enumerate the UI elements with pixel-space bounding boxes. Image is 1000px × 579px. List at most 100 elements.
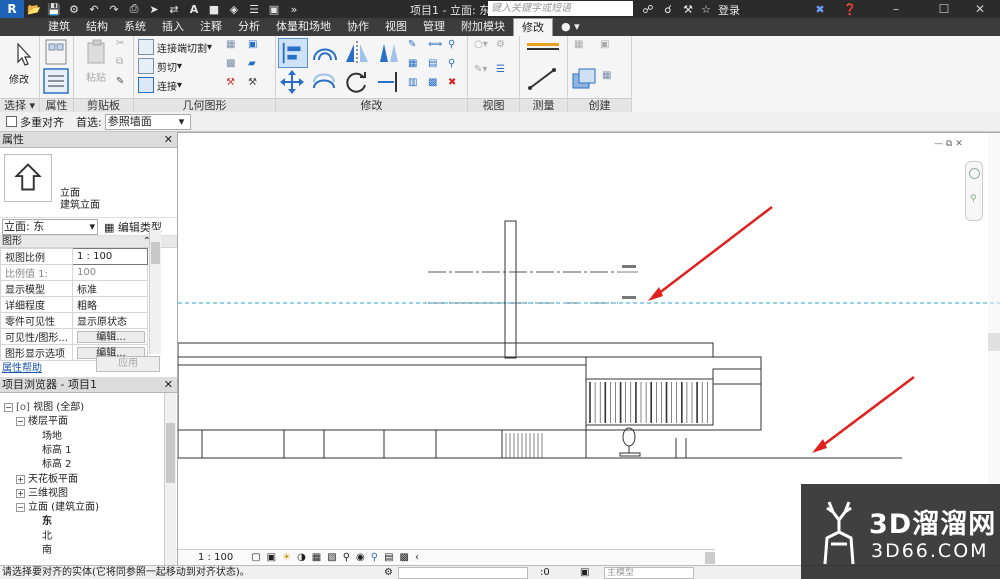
paint-icon[interactable]: ▩ bbox=[226, 58, 235, 69]
minimize-view-icon[interactable]: — bbox=[934, 139, 943, 149]
view-scale[interactable]: 1 : 100 bbox=[198, 552, 233, 563]
apply-button[interactable]: 应用 bbox=[96, 356, 160, 372]
close-windows-icon[interactable]: ▣ bbox=[265, 1, 283, 17]
tab-modify[interactable]: 修改 bbox=[513, 18, 553, 36]
join-geometry-button[interactable]: 连接 ▾ bbox=[138, 77, 182, 93]
modify-cursor-icon[interactable] bbox=[8, 40, 38, 70]
copy-icon[interactable]: ⧉ bbox=[116, 56, 123, 67]
tree-level-2[interactable]: 标高 2 bbox=[42, 455, 72, 470]
tree-elevations[interactable]: − 立面 (建筑立面) bbox=[16, 498, 99, 513]
thin-lines-icon[interactable]: ☰ bbox=[245, 1, 263, 17]
split-face-icon[interactable]: ▣ bbox=[248, 39, 257, 50]
shadows-icon[interactable]: ◑ bbox=[297, 552, 306, 563]
multi-align-checkbox[interactable] bbox=[6, 116, 17, 127]
scroll-left-icon[interactable]: ‹ bbox=[415, 552, 419, 563]
properties-icon[interactable] bbox=[42, 68, 70, 94]
scrollbar-thumb[interactable] bbox=[166, 423, 175, 483]
type-selector[interactable]: 立面 建筑立面 bbox=[0, 148, 177, 218]
properties-scrollbar[interactable] bbox=[149, 230, 161, 354]
crop-view-icon[interactable]: ▦ bbox=[312, 552, 321, 563]
paste-button[interactable]: 粘贴 bbox=[86, 69, 106, 84]
prop-value-input[interactable]: 1 : 100 bbox=[72, 248, 148, 265]
print-icon[interactable]: ⎙ bbox=[125, 1, 143, 17]
wall-joins-icon[interactable]: ▦ bbox=[226, 39, 235, 50]
trim-single-icon[interactable]: ▥ bbox=[408, 77, 417, 88]
hide-bulb-icon[interactable]: ○▾ bbox=[474, 39, 488, 50]
tree-symbol[interactable] bbox=[622, 427, 636, 447]
create-parts-icon[interactable]: ▣ bbox=[600, 39, 609, 50]
tab-architecture[interactable]: 建筑 bbox=[40, 18, 78, 36]
prop-value[interactable]: 粗略 bbox=[72, 296, 148, 313]
level-tag[interactable] bbox=[622, 296, 636, 299]
tree-south[interactable]: 南 bbox=[42, 541, 52, 556]
search-input[interactable]: 键入关键字或短语 bbox=[488, 1, 633, 16]
right-wing[interactable] bbox=[585, 356, 762, 431]
cut-geometry-button[interactable]: 剪切 ▾ bbox=[138, 58, 182, 74]
array-icon[interactable]: ▦ bbox=[408, 58, 417, 69]
subscription-icon[interactable]: ☌ bbox=[659, 1, 677, 17]
scale-icon[interactable]: ▤ bbox=[428, 58, 437, 69]
tab-massing-site[interactable]: 体量和场地 bbox=[268, 18, 339, 36]
create-assembly-icon[interactable]: ▦ bbox=[574, 39, 583, 50]
panel-select-label[interactable]: 选择 ▾ bbox=[0, 98, 39, 112]
prop-value[interactable]: 标准 bbox=[72, 280, 148, 297]
tab-systems[interactable]: 系统 bbox=[116, 18, 154, 36]
worksets-icon[interactable]: ⚙ bbox=[384, 566, 393, 579]
tab-collaborate[interactable]: 协作 bbox=[339, 18, 377, 36]
remove-paint-icon[interactable]: ▰ bbox=[248, 58, 256, 69]
upper-block[interactable] bbox=[712, 368, 762, 385]
delete-icon[interactable]: ✖ bbox=[448, 77, 456, 88]
close-icon[interactable]: ✕ bbox=[164, 377, 173, 393]
split-gap-icon[interactable]: ⟺ bbox=[428, 39, 442, 50]
horizontal-scrollbar-thumb[interactable] bbox=[705, 552, 715, 564]
trim-extend-icon[interactable] bbox=[374, 68, 402, 96]
split-icon[interactable]: ✎ bbox=[408, 39, 416, 50]
customize-icon[interactable]: » bbox=[285, 1, 303, 17]
trim-multiple-icon[interactable]: ▩ bbox=[428, 77, 437, 88]
copy-element-icon[interactable] bbox=[310, 68, 338, 96]
tab-manage[interactable]: 管理 bbox=[415, 18, 453, 36]
sync-icon[interactable]: ⚙ bbox=[65, 1, 83, 17]
collapse-toggle-icon[interactable]: − bbox=[4, 403, 13, 412]
measure-icon[interactable]: ➤ bbox=[145, 1, 163, 17]
instance-select[interactable]: 立面: 东 ▾ bbox=[2, 218, 98, 235]
collapse-toggle-icon[interactable]: − bbox=[16, 417, 25, 426]
expand-toggle-icon[interactable]: + bbox=[16, 475, 25, 484]
tab-addins[interactable]: 附加模块 bbox=[453, 18, 513, 36]
analytical-icon[interactable]: ▩ bbox=[400, 552, 409, 563]
prop-value[interactable]: 显示原状态 bbox=[72, 312, 148, 329]
lower-facade[interactable] bbox=[177, 429, 587, 459]
type-properties-icon[interactable] bbox=[42, 38, 72, 68]
linework-icon[interactable]: ✎▾ bbox=[474, 64, 487, 75]
rotate-icon[interactable] bbox=[342, 68, 370, 96]
text-icon[interactable]: A bbox=[185, 1, 203, 17]
view-window-controls[interactable]: — ⧉ ✕ bbox=[934, 139, 963, 149]
building-block[interactable] bbox=[177, 356, 587, 431]
dimension-icon[interactable]: ⇄ bbox=[165, 1, 183, 17]
login-button[interactable]: 登录 bbox=[718, 2, 740, 18]
binoculars-icon[interactable]: ☍ bbox=[639, 1, 657, 17]
close-button[interactable]: ✕ bbox=[960, 0, 1000, 18]
browser-scrollbar[interactable] bbox=[164, 393, 176, 565]
open-icon[interactable]: 📂 bbox=[25, 1, 43, 17]
create-group-icon[interactable] bbox=[570, 66, 600, 94]
temp-hide-icon[interactable]: ◉ bbox=[356, 552, 365, 563]
close-view-icon[interactable]: ✕ bbox=[955, 139, 963, 149]
properties-help-link[interactable]: 属性帮助 bbox=[2, 359, 42, 374]
tree-site[interactable]: 场地 bbox=[42, 427, 62, 442]
tab-analyze[interactable]: 分析 bbox=[230, 18, 268, 36]
tree-level-1[interactable]: 标高 1 bbox=[42, 441, 72, 456]
3d-view-icon[interactable]: ■ bbox=[205, 1, 223, 17]
show-crop-icon[interactable]: ▧ bbox=[327, 552, 336, 563]
communication-icon[interactable]: ⚒ bbox=[679, 1, 697, 17]
hammer-icon[interactable]: ⚒ bbox=[248, 77, 257, 88]
measure-between-icon[interactable] bbox=[524, 38, 562, 60]
maximize-button[interactable]: ☐ bbox=[924, 0, 964, 18]
pin-icon[interactable]: ⚲ bbox=[448, 39, 455, 50]
tree-east[interactable]: 东 bbox=[42, 512, 52, 527]
paste-icon[interactable] bbox=[82, 38, 112, 68]
match-type-icon[interactable]: ✎ bbox=[116, 76, 124, 87]
modify-button[interactable]: 修改 bbox=[9, 71, 29, 86]
level-tag[interactable] bbox=[622, 265, 636, 268]
tree-floor-plans[interactable]: − 楼层平面 bbox=[16, 412, 68, 427]
